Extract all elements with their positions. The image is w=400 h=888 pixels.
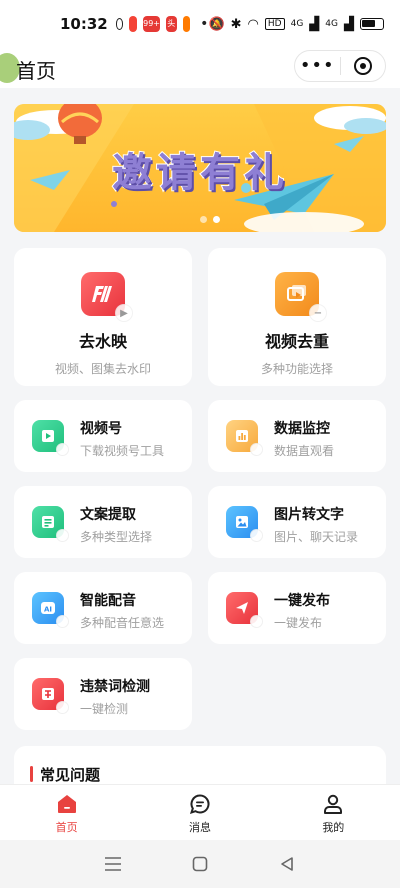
tab-label: 我的 — [322, 821, 345, 834]
tab-label: 首页 — [55, 821, 78, 834]
taobao-icon — [182, 16, 191, 32]
ai-voice-icon: AI — [32, 592, 69, 628]
nav-bar: 首页 ••• — [0, 48, 400, 88]
status-right: 🔕 ✱ ◠ HD 4G ▟ 4G ▟ — [208, 17, 384, 32]
tab-label: 消息 — [188, 821, 211, 834]
back-triangle-icon — [280, 857, 293, 871]
feature-subtitle: 下载视频号工具 — [80, 444, 165, 458]
tab-bar: 首页 消息 我的 — [0, 784, 400, 840]
signal-label: 4G — [290, 19, 304, 29]
icon-badge — [250, 529, 263, 542]
feature-card-text-extract[interactable]: 文案提取 多种类型选择 — [14, 486, 192, 558]
menu-button[interactable] — [101, 852, 125, 876]
square-icon — [192, 856, 208, 872]
feature-title: 文案提取 — [80, 507, 136, 523]
home-button[interactable] — [188, 852, 212, 876]
feature-card-data-monitor[interactable]: 数据监控 数据直观看 — [208, 400, 386, 472]
icon-badge — [56, 701, 69, 714]
feature-card-video-dedup[interactable]: − 视频去重 多种功能选择 — [208, 248, 386, 386]
battery-icon — [360, 18, 384, 30]
publish-icon — [226, 592, 263, 628]
signal-label-2: 4G — [325, 19, 338, 29]
tab-home[interactable]: 首页 — [0, 785, 133, 840]
icon-badge — [56, 529, 69, 542]
feature-subtitle: 视频、图集去水印 — [54, 362, 151, 376]
mini-program-capsule: ••• — [294, 50, 386, 82]
minus-badge-icon: − — [309, 304, 327, 322]
feature-title: 视频号 — [80, 421, 122, 437]
user-icon — [324, 794, 343, 814]
icon-badge — [250, 615, 263, 628]
section-title: 常见问题 — [40, 766, 101, 784]
wechat-icon — [115, 18, 124, 30]
banner-title: 邀请有礼 — [111, 149, 288, 197]
feature-card-video-channel[interactable]: 视频号 下载视频号工具 — [14, 400, 192, 472]
signal-icon: ▟ — [309, 16, 320, 32]
feature-subtitle: 一键检测 — [80, 702, 129, 716]
page-title: 首页 — [16, 59, 56, 83]
feature-title: 图片转文字 — [274, 507, 344, 523]
carousel-dot-active[interactable] — [213, 216, 220, 223]
system-nav-bar — [0, 840, 400, 888]
back-button[interactable] — [275, 852, 299, 876]
icon-badge — [56, 615, 69, 628]
feature-card-image-to-text[interactable]: 图片转文字 图片、聊天记录 — [208, 486, 386, 558]
feature-title: 违禁词检测 — [80, 679, 150, 695]
feature-card-ai-voice[interactable]: AI 智能配音 多种配音任意选 — [14, 572, 192, 644]
icon-badge — [56, 443, 69, 456]
feature-subtitle: 多种类型选择 — [80, 530, 153, 544]
bluetooth-icon: ✱ — [230, 16, 242, 32]
dot-icon: • — [200, 16, 209, 32]
watermark-icon: ▶ — [81, 272, 133, 322]
hd-label: HD — [264, 18, 285, 30]
carousel-indicator — [200, 216, 220, 223]
icon-badge — [250, 443, 263, 456]
feature-card-publish[interactable]: 一键发布 一键发布 — [208, 572, 386, 644]
app-badge-icon: 99+ — [143, 16, 161, 32]
mute-icon: 🔕 — [208, 16, 225, 32]
home-icon — [57, 795, 76, 813]
video-channel-icon — [32, 420, 69, 456]
feature-title: 智能配音 — [80, 593, 136, 609]
text-extract-icon — [32, 506, 69, 542]
tab-messages[interactable]: 消息 — [133, 785, 266, 840]
forbidden-word-icon — [32, 678, 69, 714]
feature-title: 视频去重 — [264, 332, 329, 351]
play-badge-icon: ▶ — [115, 304, 133, 322]
banner[interactable]: 邀请有礼 — [14, 104, 386, 232]
status-bar: 10:32 99+ 头条 • 🔕 ✱ ◠ HD 4G ▟ 4G ▟ — [0, 0, 400, 48]
signal-icon-2: ▟ — [344, 16, 354, 32]
feature-card-watermark[interactable]: ▶ 去水映 视频、图集去水印 — [14, 248, 192, 386]
feature-subtitle: 数据直观看 — [274, 444, 335, 458]
feature-subtitle: 多种配音任意选 — [80, 616, 165, 630]
feature-title: 去水映 — [78, 332, 127, 351]
more-icon[interactable]: ••• — [295, 57, 340, 75]
wifi-icon: ◠ — [247, 16, 259, 32]
feature-subtitle: 图片、聊天记录 — [274, 530, 359, 544]
feature-subtitle: 多种功能选择 — [260, 362, 333, 376]
video-dedup-icon: − — [275, 272, 327, 322]
feature-title: 数据监控 — [274, 421, 330, 437]
tab-profile[interactable]: 我的 — [267, 785, 400, 840]
menu-icon — [105, 857, 122, 871]
section-marker — [30, 766, 33, 782]
feature-card-forbidden-word[interactable]: 违禁词检测 一键检测 — [14, 658, 192, 730]
feature-title: 一键发布 — [274, 593, 330, 609]
toutiao-icon: 头条 — [166, 16, 177, 44]
status-time: 10:32 — [60, 15, 108, 33]
target-icon — [353, 57, 372, 75]
app-notification-icon — [129, 16, 138, 32]
svg-text:AI: AI — [44, 606, 52, 614]
carousel-dot[interactable] — [200, 216, 207, 223]
feature-subtitle: 一键发布 — [274, 616, 323, 630]
data-monitor-icon — [226, 420, 263, 456]
image-to-text-icon — [226, 506, 263, 542]
message-icon — [189, 794, 210, 815]
close-mini-program-button[interactable] — [341, 57, 386, 75]
